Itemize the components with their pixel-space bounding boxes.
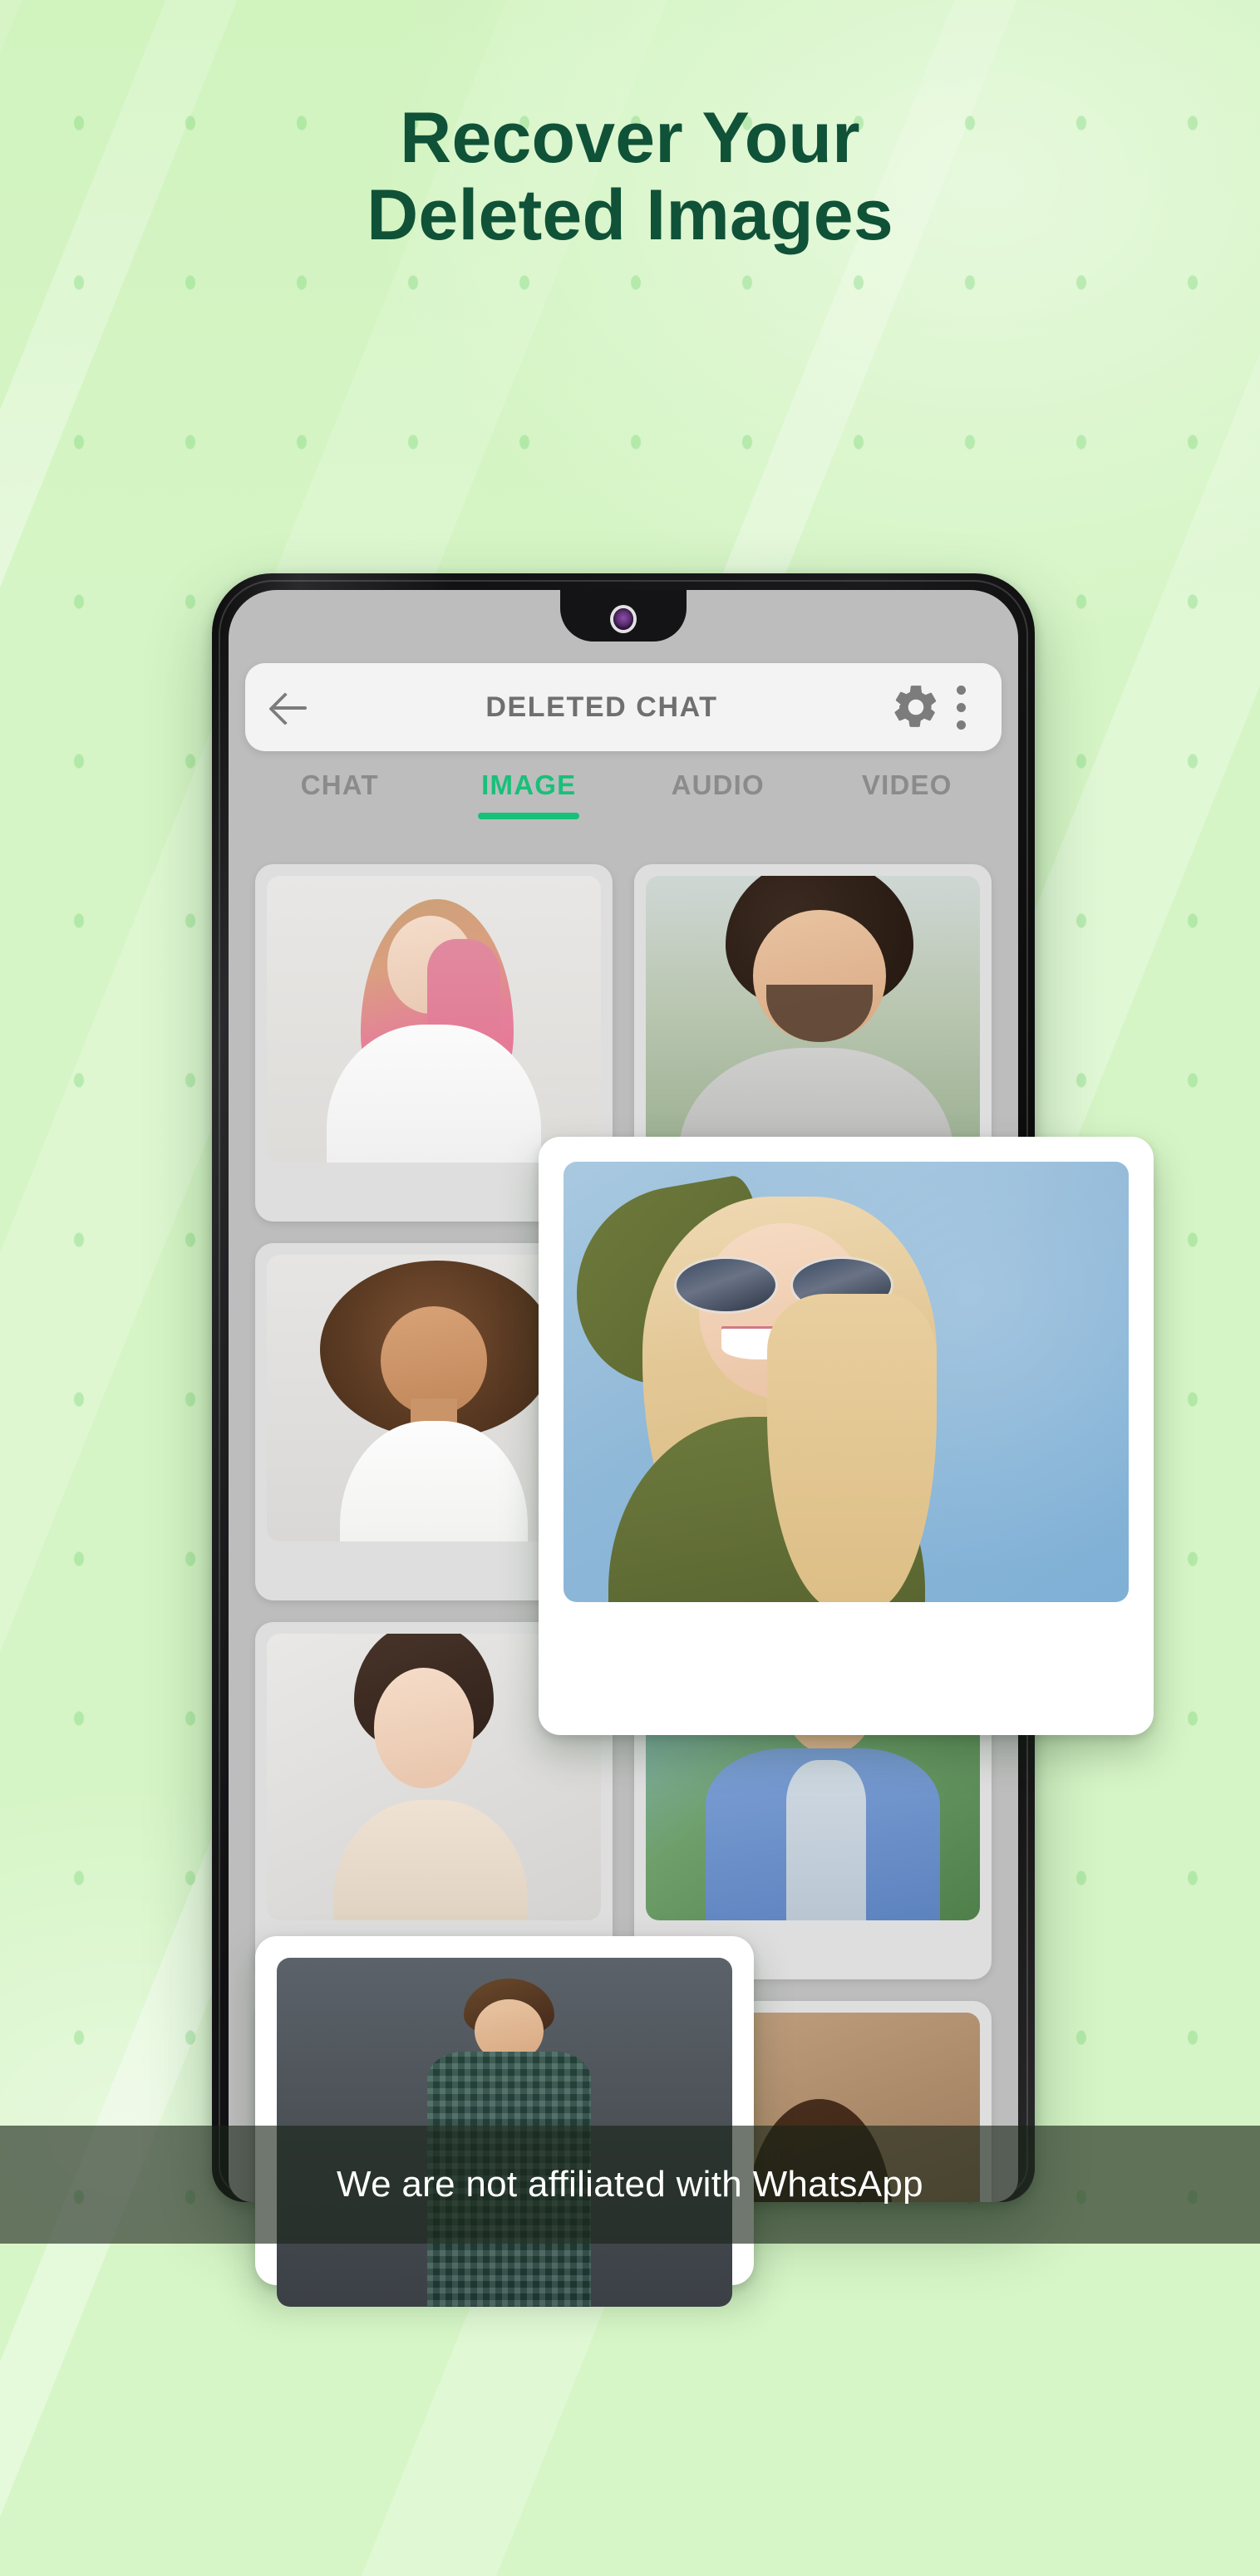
headline-line-1: Recover Your [400,98,860,178]
tab-audio[interactable]: AUDIO [623,763,813,801]
headline-line-2: Deleted Images [367,175,893,255]
app-bar: DELETED CHAT [245,663,1002,751]
image-thumbnail [646,876,980,1163]
image-preview-popup[interactable] [539,1137,1154,1735]
tab-chat[interactable]: CHAT [245,763,435,801]
tab-video[interactable]: VIDEO [813,763,1002,801]
menu-dot [956,720,966,730]
menu-dot [956,685,966,695]
back-arrow-icon[interactable] [267,684,313,730]
menu-dot [956,702,966,712]
page-headline: Recover Your Deleted Images [0,100,1260,254]
preview-image [564,1162,1129,1602]
gear-icon[interactable] [890,681,942,733]
disclaimer-text: We are not affiliated with WhatsApp [337,2164,923,2205]
app-bar-title: DELETED CHAT [485,691,718,723]
front-camera-icon [613,608,633,630]
tab-bar: CHAT IMAGE AUDIO VIDEO [245,763,1002,834]
image-thumbnail [267,876,601,1163]
three-dot-menu-icon[interactable] [942,681,980,733]
tab-image[interactable]: IMAGE [435,763,624,801]
disclaimer-banner: We are not affiliated with WhatsApp [0,2126,1260,2244]
